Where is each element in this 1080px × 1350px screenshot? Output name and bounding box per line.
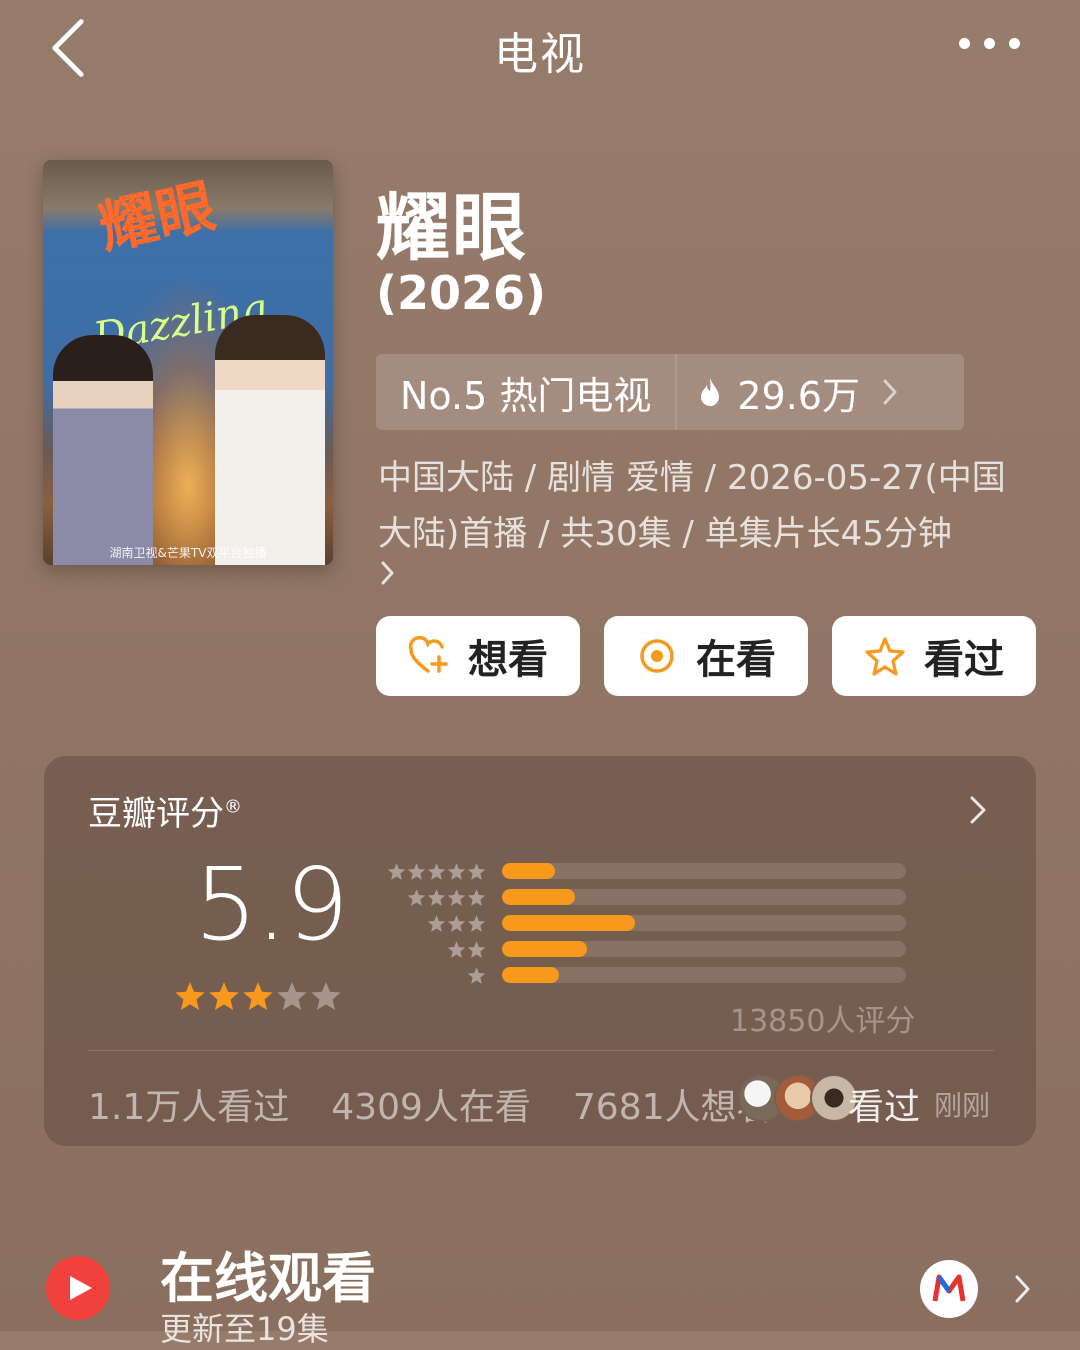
star-icon <box>467 862 486 880</box>
star-icon <box>447 940 466 958</box>
rating-row-5-star <box>384 858 908 884</box>
rating-bar-track <box>502 889 906 905</box>
friend-activity-label: 看过 <box>848 1087 921 1128</box>
star-icon <box>467 940 486 958</box>
rating-bar-fill <box>502 915 636 931</box>
rating-bar-track <box>502 941 906 957</box>
more-dot-icon <box>1009 38 1020 49</box>
mango-tv-logo-icon[interactable] <box>920 1260 978 1318</box>
star-icon <box>407 862 426 880</box>
poster-image[interactable]: 耀眼 Dazzling 湖南卫视&芒果TV双平台独播 <box>43 160 333 565</box>
chevron-right-icon[interactable] <box>968 794 988 826</box>
registered-mark: ® <box>224 796 242 818</box>
rating-row-stars <box>384 888 486 907</box>
rating-row-stars <box>384 914 486 933</box>
rating-row-stars <box>384 966 486 985</box>
play-icon <box>70 1276 92 1300</box>
rating-stars <box>174 980 342 1012</box>
watching-count: 4309人在看 <box>331 1087 531 1128</box>
rating-source-label: 豆瓣评分 <box>88 794 224 834</box>
watching-button[interactable]: 在看 <box>604 616 808 696</box>
rating-bar-fill <box>502 941 587 957</box>
poster-figure-man <box>215 315 325 565</box>
rating-bar-track <box>502 863 906 879</box>
heat-value: 29.6万 <box>737 373 860 418</box>
more-menu-button[interactable] <box>959 38 1020 49</box>
friend-avatars[interactable] <box>738 1074 858 1122</box>
meta-expand-chevron-icon[interactable] <box>380 560 396 586</box>
star-icon <box>447 862 466 880</box>
page-title: 电视 <box>494 29 586 80</box>
target-icon <box>640 639 674 673</box>
star-icon <box>427 888 446 906</box>
star-icon <box>467 966 486 984</box>
rating-bar-fill <box>502 967 559 983</box>
star-filled-icon <box>209 982 239 1010</box>
rating-score: 5.9 <box>194 846 349 963</box>
rating-row-2-star <box>384 936 908 962</box>
poster-footer: 湖南卫视&芒果TV双平台独播 <box>109 546 267 560</box>
poster-title: 耀眼 <box>93 171 221 263</box>
star-icon <box>447 888 466 906</box>
rank-badge[interactable]: No.5 热门电视 29.6万 <box>376 354 964 430</box>
rating-card-title: 豆瓣评分® <box>88 786 242 835</box>
chevron-right-icon[interactable] <box>1014 1274 1032 1304</box>
star-icon <box>447 914 466 932</box>
star-icon <box>427 914 446 932</box>
rating-row-3-star <box>384 910 908 936</box>
star-icon <box>467 914 486 932</box>
star-empty-icon <box>311 982 341 1010</box>
star-filled-icon <box>243 982 273 1010</box>
viewer-stats: 1.1万人看过 4309人在看 7681人想看 <box>88 1078 773 1130</box>
rating-row-4-star <box>384 884 908 910</box>
platform-logo-icon <box>932 1274 966 1302</box>
rating-bar-track <box>502 967 906 983</box>
want-to-watch-button[interactable]: 想看 <box>376 616 580 696</box>
more-dot-icon <box>959 38 970 49</box>
star-outline-icon <box>865 637 905 676</box>
online-watch-subtitle: 更新至19集 <box>160 1310 329 1348</box>
show-title: 耀眼 <box>376 185 528 271</box>
star-filled-icon <box>175 982 205 1010</box>
star-icon <box>407 888 426 906</box>
play-button[interactable] <box>46 1256 110 1320</box>
rank-label: No.5 热门电视 <box>400 373 652 418</box>
friend-activity-time: 刚刚 <box>934 1089 991 1122</box>
want-to-watch-label: 想看 <box>468 637 548 683</box>
heart-plus-icon <box>408 635 448 673</box>
watched-label: 看过 <box>924 637 1004 683</box>
star-icon <box>387 862 406 880</box>
watched-count: 1.1万人看过 <box>88 1087 290 1128</box>
rating-distribution <box>384 858 908 988</box>
rating-row-stars <box>384 940 486 959</box>
heat-indicator: 29.6万 <box>677 354 920 430</box>
rating-row-stars <box>384 862 486 881</box>
rating-count: 13850人评分 <box>730 1004 916 1039</box>
rating-bar-fill <box>502 863 555 879</box>
rating-bar-track <box>502 915 906 931</box>
more-dot-icon <box>984 38 995 49</box>
rating-row-1-star <box>384 962 908 988</box>
watching-label: 在看 <box>696 637 776 683</box>
poster-figure-woman <box>53 335 153 565</box>
show-meta-info[interactable]: 中国大陆 / 剧情 爱情 / 2026-05-27(中国大陆)首播 / 共30集… <box>378 450 1038 562</box>
star-empty-icon <box>277 982 307 1010</box>
star-icon <box>427 862 446 880</box>
divider <box>88 1050 994 1051</box>
flame-icon <box>701 378 720 406</box>
watched-button[interactable]: 看过 <box>832 616 1036 696</box>
show-year: (2026) <box>376 266 547 320</box>
rating-bar-fill <box>502 889 575 905</box>
star-icon <box>467 888 486 906</box>
online-watch-title[interactable]: 在线观看 <box>160 1234 376 1313</box>
chevron-right-icon <box>883 379 897 405</box>
